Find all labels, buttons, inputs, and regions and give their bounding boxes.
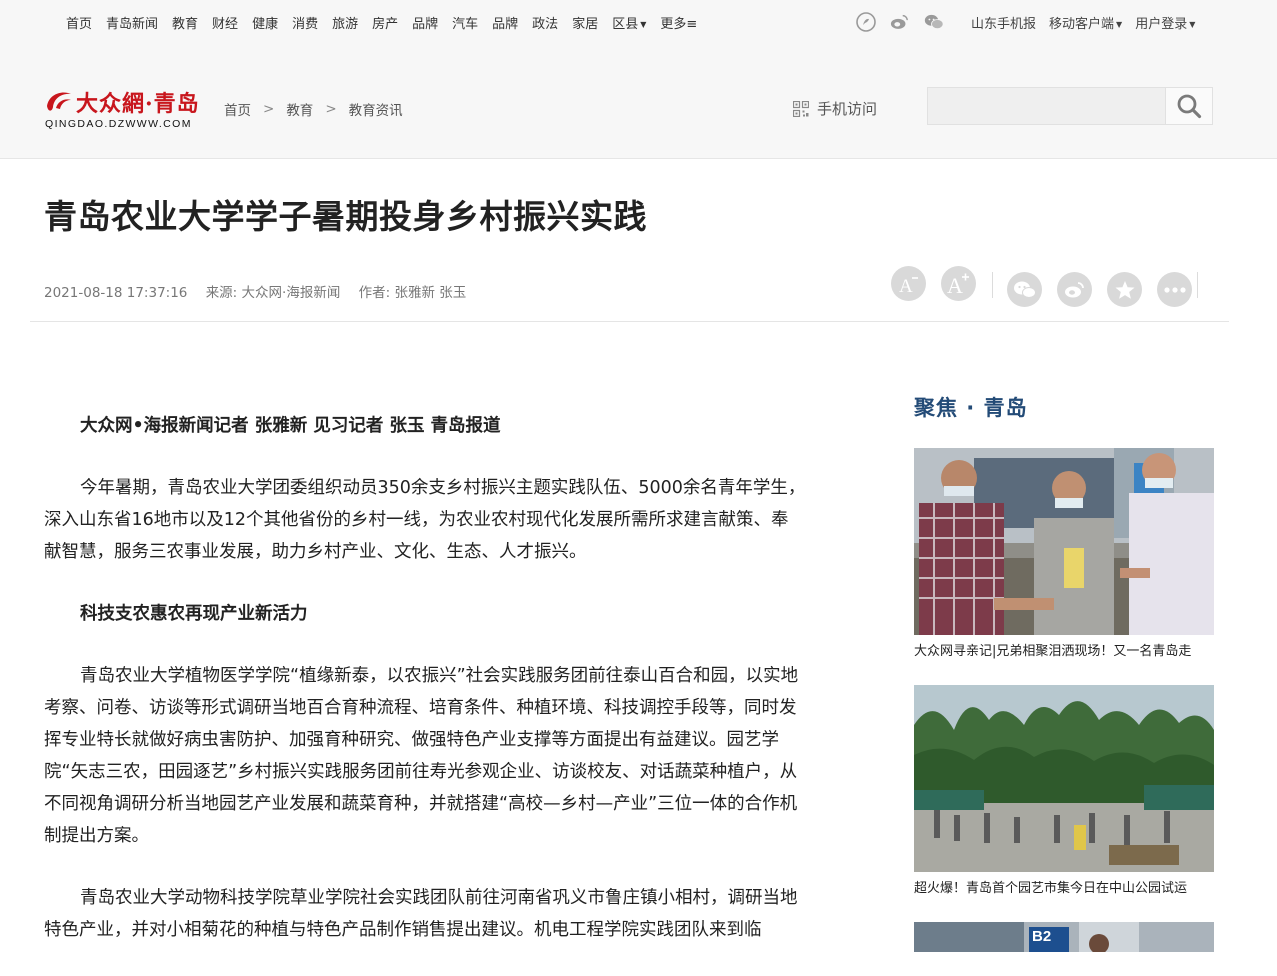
nav-item-home-furnishing[interactable]: 家居 bbox=[572, 13, 598, 32]
sidebar-focus: 聚焦 · 青岛 大众网寻亲记|兄弟相聚泪洒现场！又一名青岛走 超火爆！青岛首个园… bbox=[914, 392, 1214, 952]
breadcrumb: 首页 > 教育 > 教育资讯 bbox=[224, 99, 403, 119]
breadcrumb-home[interactable]: 首页 bbox=[224, 99, 251, 119]
menu-icon: ≡ bbox=[686, 16, 698, 32]
top-right-links: 山东手机报 移动客户端 ▼ 用户登录 ▼ bbox=[856, 10, 1195, 34]
focus-item[interactable]: 大众网寻亲记|兄弟相聚泪洒现场！又一名青岛走 bbox=[914, 448, 1214, 659]
article-body: 大众网•海报新闻记者 张雅新 见习记者 张玉 青岛报道 今年暑期，青岛农业大学团… bbox=[44, 410, 806, 976]
nav-item-brand-2[interactable]: 品牌 bbox=[492, 13, 518, 32]
nav-item-law[interactable]: 政法 bbox=[532, 13, 558, 32]
nav-item-health[interactable]: 健康 bbox=[252, 13, 278, 32]
more-share-button[interactable] bbox=[1157, 272, 1192, 307]
nav-item-qingdao-news[interactable]: 青岛新闻 bbox=[106, 13, 158, 32]
article-source: 来源: 大众网·海报新闻 bbox=[205, 285, 341, 301]
weibo-share-button[interactable] bbox=[1057, 272, 1092, 307]
breadcrumb-separator: > bbox=[263, 101, 275, 117]
breadcrumb-separator: > bbox=[325, 101, 337, 117]
logo-text: 大众網·青岛 bbox=[76, 91, 200, 117]
article-title: 青岛农业大学学子暑期投身乡村振兴实践 bbox=[44, 197, 647, 236]
logo-subtitle: QINGDAO.DZWWW.COM bbox=[45, 118, 192, 130]
tools-divider bbox=[1197, 272, 1198, 298]
search-icon bbox=[1177, 94, 1202, 119]
more-icon bbox=[1163, 286, 1186, 293]
qr-code-icon bbox=[793, 100, 809, 117]
mobile-client-link[interactable]: 移动客户端 ▼ bbox=[1049, 13, 1122, 32]
focus-item[interactable]: B2 bbox=[914, 922, 1214, 952]
title-divider bbox=[30, 321, 1229, 322]
font-decrease-icon: A bbox=[899, 276, 918, 295]
weibo-circle-icon[interactable] bbox=[856, 12, 876, 32]
caret-down-icon: ▼ bbox=[1189, 19, 1196, 29]
font-increase-button[interactable]: A bbox=[941, 266, 976, 301]
shandong-mobile-news-link[interactable]: 山东手机报 bbox=[971, 13, 1036, 32]
font-increase-icon: A bbox=[947, 273, 969, 296]
nav-item-education[interactable]: 教育 bbox=[172, 13, 198, 32]
nav-item-finance[interactable]: 财经 bbox=[212, 13, 238, 32]
weibo-icon[interactable] bbox=[890, 12, 910, 32]
logo-swirl-icon bbox=[47, 92, 71, 111]
focus-image: B2 bbox=[914, 922, 1214, 952]
nav-item-districts[interactable]: 区县 ▼ bbox=[612, 13, 646, 32]
nav-item-auto[interactable]: 汽车 bbox=[452, 13, 478, 32]
favorite-icon bbox=[1115, 280, 1134, 299]
mobile-visit-link[interactable]: 手机访问 bbox=[793, 98, 877, 119]
nav-item-home[interactable]: 首页 bbox=[66, 13, 92, 32]
focus-image bbox=[914, 448, 1214, 635]
article-paragraph: 青岛农业大学动物科技学院草业学院社会实践团队前往河南省巩义市鲁庄镇小相村，调研当… bbox=[44, 888, 798, 940]
focus-item[interactable]: 超火爆！青岛首个园艺市集今日在中山公园试运 bbox=[914, 685, 1214, 896]
nav-item-brand[interactable]: 品牌 bbox=[412, 13, 438, 32]
focus-caption[interactable]: 大众网寻亲记|兄弟相聚泪洒现场！又一名青岛走 bbox=[914, 640, 1214, 659]
search-button[interactable] bbox=[1165, 88, 1212, 124]
breadcrumb-education-news[interactable]: 教育资讯 bbox=[349, 99, 403, 119]
focus-caption[interactable]: 超火爆！青岛首个园艺市集今日在中山公园试运 bbox=[914, 877, 1214, 896]
font-decrease-button[interactable]: A bbox=[891, 266, 926, 301]
article-meta: 2021-08-18 17:37:16 来源: 大众网·海报新闻 作者: 张雅新… bbox=[44, 281, 480, 301]
search-input[interactable] bbox=[928, 88, 1166, 124]
wechat-icon[interactable] bbox=[924, 12, 944, 32]
favorite-button[interactable] bbox=[1107, 272, 1142, 307]
breadcrumb-education[interactable]: 教育 bbox=[286, 99, 313, 119]
mobile-visit-label: 手机访问 bbox=[817, 100, 878, 118]
logo-mark: 大众網·青岛 bbox=[44, 86, 200, 118]
wechat-share-icon bbox=[1013, 281, 1036, 298]
wechat-share-button[interactable] bbox=[1007, 272, 1042, 307]
article-subheading: 科技支农惠农再现产业新活力 bbox=[80, 604, 308, 624]
search-box bbox=[927, 87, 1213, 125]
article-byline: 大众网•海报新闻记者 张雅新 见习记者 张玉 青岛报道 bbox=[80, 416, 501, 436]
top-nav: 首页 青岛新闻 教育 财经 健康 消费 旅游 房产 品牌 汽车 品牌 政法 家居… bbox=[66, 12, 711, 32]
caret-down-icon: ▼ bbox=[640, 19, 647, 29]
focus-image bbox=[914, 685, 1214, 872]
nav-item-more[interactable]: 更多≡ bbox=[660, 13, 697, 32]
nav-item-travel[interactable]: 旅游 bbox=[332, 13, 358, 32]
svg-text:A: A bbox=[947, 273, 963, 296]
sign-b2-label: B2 bbox=[1032, 928, 1052, 945]
sidebar-title: 聚焦 · 青岛 bbox=[914, 396, 1028, 420]
article-paragraph: 今年暑期，青岛农业大学团委组织动员350余支乡村振兴主题实践队伍、5000余名青… bbox=[44, 478, 806, 562]
caret-down-icon: ▼ bbox=[1116, 19, 1123, 29]
svg-text:A: A bbox=[899, 276, 913, 295]
article-date: 2021-08-18 17:37:16 bbox=[44, 285, 188, 301]
article-author: 作者: 张雅新 张玉 bbox=[358, 285, 467, 301]
article-paragraph: 青岛农业大学植物医学学院“植缘新泰，以农振兴”社会实践服务团前往泰山百合和园，以… bbox=[44, 666, 799, 846]
site-logo[interactable]: 大众網·青岛 QINGDAO.DZWWW.COM bbox=[44, 84, 204, 136]
nav-item-realestate[interactable]: 房产 bbox=[372, 13, 398, 32]
nav-item-consumer[interactable]: 消费 bbox=[292, 13, 318, 32]
user-login-link[interactable]: 用户登录 ▼ bbox=[1135, 13, 1195, 32]
weibo-share-icon bbox=[1064, 281, 1084, 297]
tools-divider bbox=[992, 272, 993, 298]
